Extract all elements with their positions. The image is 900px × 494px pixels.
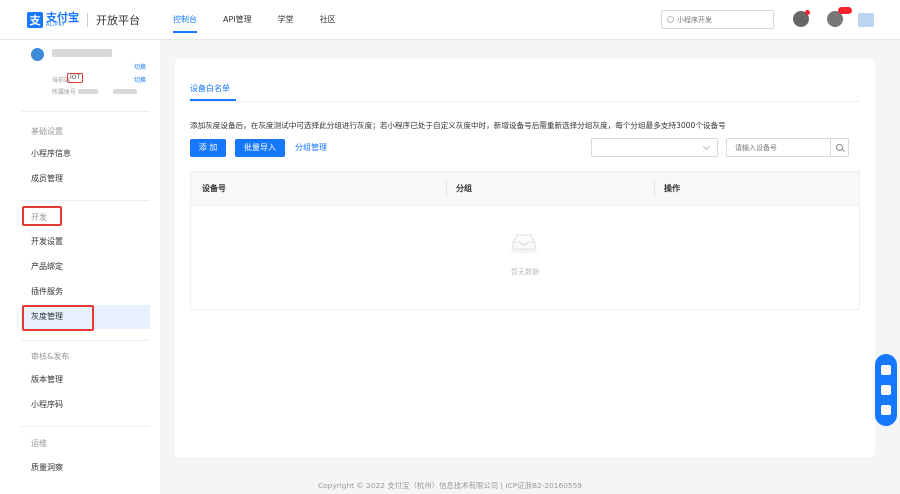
logo-en-text: ALIPAY [46, 22, 66, 28]
app-name-redacted [52, 49, 112, 57]
notification-bell-icon[interactable] [793, 10, 810, 27]
sidebar: 切换 当前端 IOT 切换 所属账号 基础设置 小程序信息 成员管理 开发 开发… [0, 40, 160, 494]
nav-console[interactable]: 控制台 [173, 0, 197, 40]
group-ops: 运维 [31, 439, 47, 448]
help-icon[interactable] [881, 365, 891, 375]
group-basic-settings: 基础设置 [31, 127, 63, 136]
chat-icon[interactable] [881, 385, 891, 395]
footer-copyright: Copyright © 2022 支付宝（杭州）信息技术有限公司 | ICP证浙… [317, 481, 583, 490]
chevron-down-icon [702, 142, 711, 151]
tab-bar-line [190, 101, 860, 102]
sidebar-divider [21, 200, 149, 201]
current-env-value: IOT [67, 73, 84, 83]
switch-app-link[interactable]: 切换 [134, 62, 146, 71]
global-search-input[interactable] [677, 15, 767, 24]
sidebar-item-dev-settings[interactable]: 开发设置 [21, 230, 150, 254]
sidebar-item-members[interactable]: 成员管理 [21, 167, 150, 191]
notice-text: 添加灰度设备后，在灰度测试中可选择此分组进行灰度；若小程序已处于自定义灰度中时，… [190, 121, 726, 130]
logo-divider [87, 13, 88, 27]
top-navbar: 支 支付宝 ALIPAY 开放平台 控制台 API管理 学堂 社区 [0, 0, 900, 40]
app-icon [31, 48, 44, 61]
sidebar-item-product-binding[interactable]: 产品绑定 [21, 255, 150, 279]
device-search-button[interactable] [830, 138, 849, 157]
message-badge [838, 7, 852, 14]
feedback-icon[interactable] [881, 405, 891, 415]
batch-import-button[interactable]: 批量导入 [235, 139, 285, 157]
nav-api-management[interactable]: API管理 [223, 0, 252, 40]
account-redacted-1 [78, 89, 98, 94]
device-table: 设备号 分组 操作 暂无数据 [190, 171, 860, 310]
nav-community[interactable]: 社区 [320, 0, 336, 40]
sidebar-item-app-info[interactable]: 小程序信息 [21, 142, 150, 166]
group-development: 开发 [31, 213, 47, 222]
tab-device-whitelist[interactable]: 设备白名单 [190, 83, 230, 94]
sidebar-item-plugin-service[interactable]: 插件服务 [21, 280, 150, 304]
account-redacted-2 [113, 89, 137, 94]
sidebar-item-quality[interactable]: 质量洞察 [21, 456, 150, 480]
nav-academy[interactable]: 学堂 [278, 0, 294, 40]
add-button[interactable]: 添 加 [190, 139, 226, 157]
sidebar-divider [21, 340, 149, 341]
account-label: 所属账号 [52, 89, 77, 96]
global-search[interactable] [661, 10, 774, 29]
column-actions: 操作 [664, 184, 680, 193]
group-select[interactable] [591, 138, 718, 157]
empty-state-text: 暂无数据 [511, 268, 539, 276]
group-management-link[interactable]: 分组管理 [295, 139, 327, 157]
empty-inbox-icon [510, 234, 538, 254]
sidebar-item-grayscale[interactable]: 灰度管理 [21, 305, 150, 329]
column-group: 分组 [456, 184, 472, 193]
sidebar-item-version[interactable]: 版本管理 [21, 368, 150, 392]
switch-env-link[interactable]: 切换 [134, 75, 146, 84]
sidebar-divider [21, 426, 149, 427]
floating-toolbar [875, 354, 897, 426]
alipay-logo-icon: 支 [27, 12, 43, 28]
group-review-release: 审核&发布 [31, 352, 70, 361]
search-icon [667, 16, 674, 23]
column-device-id: 设备号 [202, 184, 226, 193]
main-panel: 设备白名单 添加灰度设备后，在灰度测试中可选择此分组进行灰度；若小程序已处于自定… [175, 59, 875, 457]
device-search-field[interactable] [726, 138, 831, 157]
main-nav: 控制台 API管理 学堂 社区 [173, 0, 362, 40]
user-avatar[interactable] [858, 13, 874, 27]
device-search-input[interactable] [735, 143, 825, 152]
sidebar-divider [21, 111, 149, 112]
platform-title: 开放平台 [96, 14, 140, 27]
table-header: 设备号 分组 操作 [191, 172, 859, 206]
sidebar-item-qrcode[interactable]: 小程序码 [21, 393, 150, 417]
alipay-logo[interactable]: 支 支付宝 ALIPAY 开放平台 [27, 11, 140, 29]
